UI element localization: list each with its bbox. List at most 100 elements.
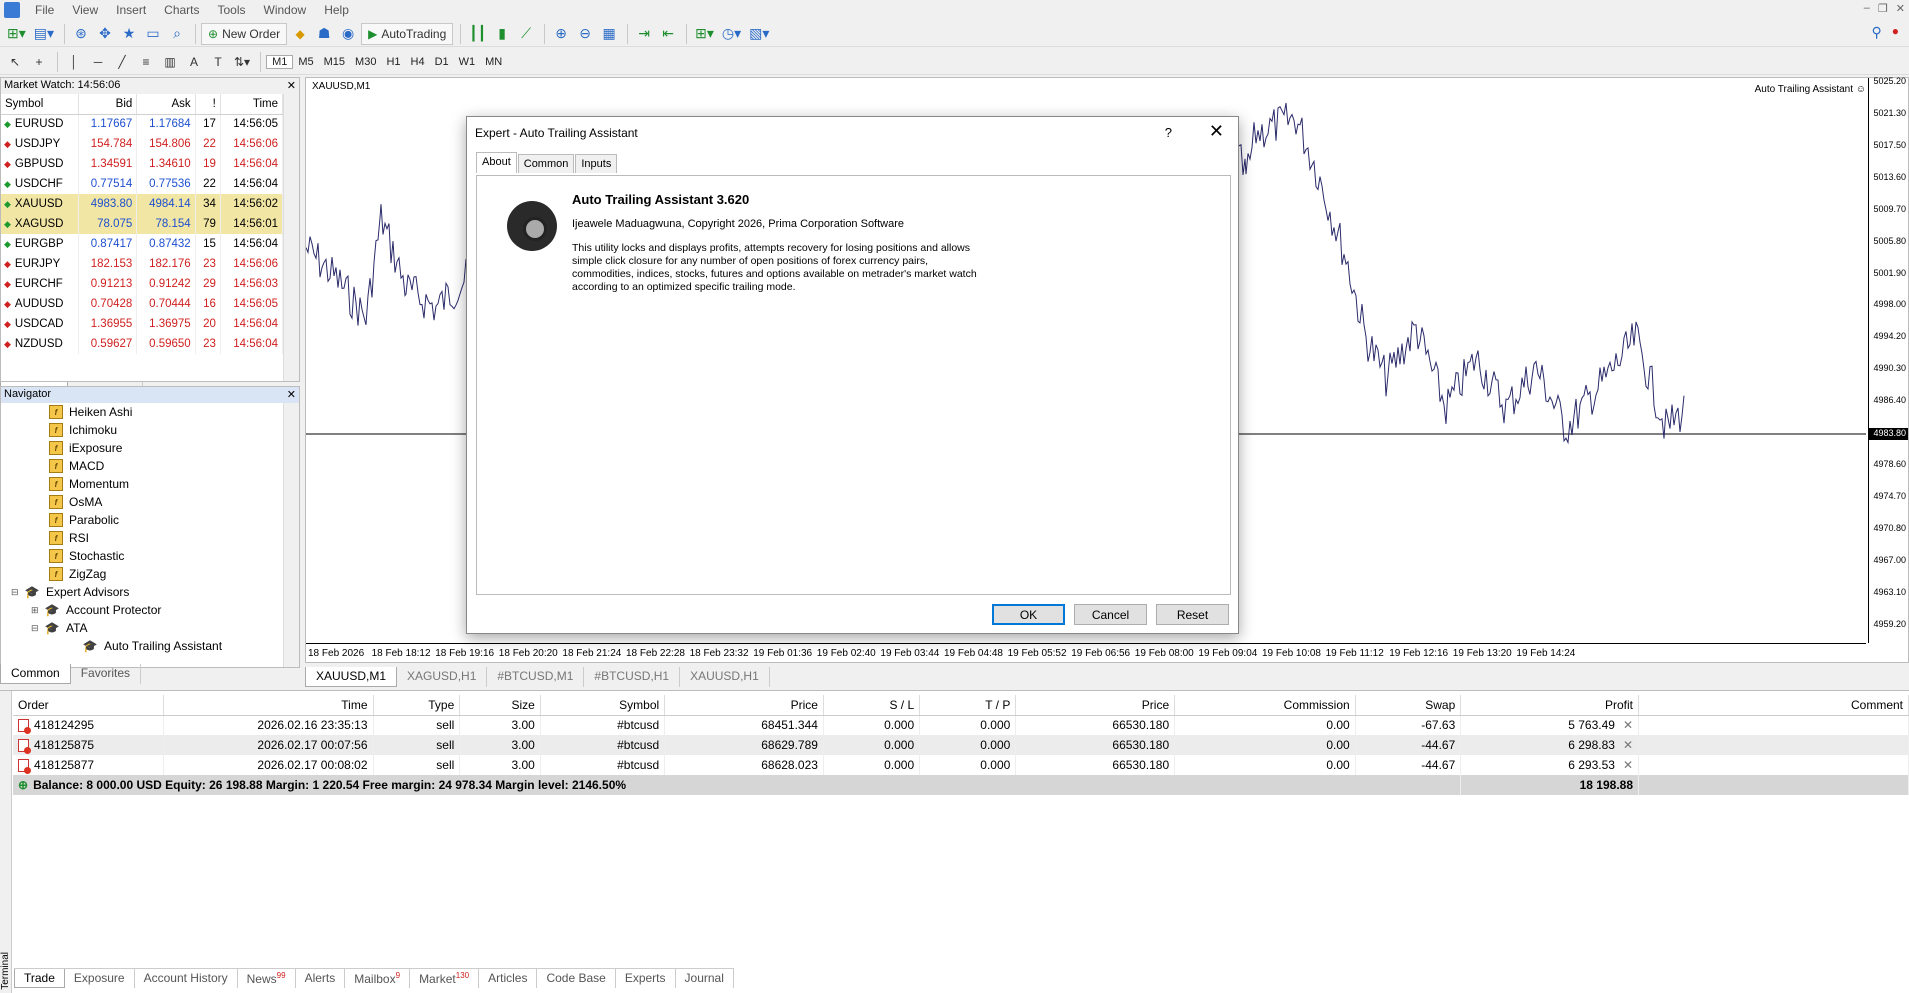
market-watch-row[interactable]: ◆ EURCHF 0.91213 0.91242 29 14:56:03 <box>1 274 284 294</box>
templates-icon[interactable]: ▧▾ <box>746 23 772 45</box>
crosshair-icon[interactable]: + <box>28 51 50 73</box>
time-axis[interactable]: 18 Feb 2026 18 Feb 18:12 18 Feb 19:16 18 Fe… <box>306 643 1866 663</box>
close-position-icon[interactable]: ✕ <box>1623 718 1633 732</box>
candlestick-icon[interactable]: ▮ <box>491 23 513 45</box>
terminal-tab[interactable]: News99 <box>238 969 296 988</box>
arrows-icon[interactable]: ⇅▾ <box>231 51 253 73</box>
terminal-column-header[interactable]: Commission <box>1174 695 1356 716</box>
autotrading-button[interactable]: ▶ AutoTrading <box>361 22 454 45</box>
col-bid[interactable]: Bid <box>78 94 138 115</box>
tab-inputs[interactable]: Inputs <box>575 154 618 173</box>
market-watch-icon[interactable]: ⊛ <box>70 23 92 45</box>
menu-window[interactable]: Window <box>255 3 316 17</box>
navigator-icon[interactable]: ★ <box>118 23 140 45</box>
menu-file[interactable]: File <box>26 3 63 17</box>
autoscroll-icon[interactable]: ⇥ <box>633 23 655 45</box>
navigator-scrollbar[interactable] <box>283 403 299 667</box>
terminal-tab[interactable]: Articles <box>479 969 538 988</box>
menu-tools[interactable]: Tools <box>209 3 255 17</box>
terminal-column-header[interactable]: Price <box>664 695 824 716</box>
vertical-line-icon[interactable]: │ <box>63 51 85 73</box>
terminal-column-header[interactable]: Comment <box>1638 695 1909 716</box>
tf-mn[interactable]: MN <box>480 56 507 68</box>
terminal-icon[interactable]: ▭ <box>142 23 164 45</box>
navigator-indicator-item[interactable]: f Ichimoku <box>1 421 299 439</box>
close-icon[interactable]: ✕ <box>287 388 296 402</box>
ok-button[interactable]: OK <box>992 604 1065 625</box>
terminal-column-header[interactable]: T / P <box>919 695 1017 716</box>
market-watch-row[interactable]: ◆ EURJPY 182.153 182.176 23 14:56:06 <box>1 254 284 274</box>
new-chart-icon[interactable]: ⊞▾ <box>4 23 29 45</box>
expand-toggle-icon[interactable]: ⊞ <box>31 605 43 616</box>
channel-icon[interactable]: ≡ <box>135 51 157 73</box>
terminal-tab[interactable]: Alerts <box>296 969 346 988</box>
fibonacci-icon[interactable]: ▥ <box>159 51 181 73</box>
expand-toggle-icon[interactable]: ⊟ <box>11 587 23 598</box>
menu-insert[interactable]: Insert <box>107 3 155 17</box>
line-chart-icon[interactable]: ⟋ <box>515 23 537 45</box>
terminal-column-header[interactable]: Time <box>163 695 374 716</box>
tile-windows-icon[interactable]: ▦ <box>598 23 620 45</box>
bar-chart-icon[interactable]: ┃┃ <box>466 23 489 45</box>
navigator-indicator-item[interactable]: f Momentum <box>1 475 299 493</box>
indicators-icon[interactable]: ⊞▾ <box>692 23 717 45</box>
navigator-indicator-item[interactable]: f ZigZag <box>1 565 299 583</box>
terminal-column-header[interactable]: Swap <box>1355 695 1462 716</box>
tf-m15[interactable]: M15 <box>319 56 350 68</box>
market-watch-row[interactable]: ◆ XAGUSD 78.075 78.154 79 14:56:01 <box>1 214 284 234</box>
periods-icon[interactable]: ◷▾ <box>719 23 744 45</box>
menu-charts[interactable]: Charts <box>155 3 208 17</box>
zoom-out-icon[interactable]: ⊖ <box>574 23 596 45</box>
profiles-icon[interactable]: ▤▾ <box>31 23 57 45</box>
terminal-tab[interactable]: Journal <box>676 969 734 988</box>
strategy-tester-icon[interactable]: ⌕ <box>166 23 188 45</box>
chart-tab[interactable]: XAGUSD,H1 <box>397 667 488 687</box>
price-axis[interactable]: 5025.20 5021.30 5017.50 5013.60 5009.70 5005.… <box>1868 76 1908 643</box>
terminal-tab[interactable]: Code Base <box>537 969 616 988</box>
new-order-button[interactable]: ⊕ New Order <box>201 22 288 45</box>
terminal-column-header[interactable]: S / L <box>823 695 921 716</box>
terminal-tab[interactable]: Trade <box>14 969 65 988</box>
navigator-expert-advisors[interactable]: ⊟ 🎓 Expert Advisors <box>1 583 299 601</box>
market-watch-row[interactable]: ◆ USDCAD 1.36955 1.36975 20 14:56:04 <box>1 314 284 334</box>
trade-row[interactable]: 418124295 2026.02.16 23:35:13 sell 3.00 #btc… <box>13 715 1909 735</box>
tf-d1[interactable]: D1 <box>430 56 454 68</box>
text-icon[interactable]: A <box>183 51 205 73</box>
terminal-column-header[interactable]: Type <box>373 695 461 716</box>
market-watch-row[interactable]: ◆ NZDUSD 0.59627 0.59650 23 14:56:04 <box>1 334 284 354</box>
chart-tab[interactable]: #BTCUSD,H1 <box>584 667 681 687</box>
market-watch-scrollbar[interactable] <box>283 94 299 381</box>
chart-tab[interactable]: #BTCUSD,M1 <box>487 667 585 687</box>
notifications-icon[interactable]: ● <box>1892 24 1899 41</box>
menu-help[interactable]: Help <box>315 3 358 17</box>
terminal-tab[interactable]: Market130 <box>410 969 480 988</box>
terminal-column-header[interactable]: Price <box>1015 695 1176 716</box>
minimize-icon[interactable]: – <box>1864 2 1870 15</box>
tab-common[interactable]: Common <box>0 664 71 684</box>
tf-w1[interactable]: W1 <box>454 56 481 68</box>
navigator-indicator-item[interactable]: f RSI <box>1 529 299 547</box>
chart-tab[interactable]: XAUUSD,H1 <box>680 667 770 687</box>
tab-about[interactable]: About <box>476 152 517 173</box>
close-icon[interactable]: ✕ <box>1896 2 1905 15</box>
terminal-column-header[interactable]: Order <box>13 695 164 716</box>
zoom-in-icon[interactable]: ⊕ <box>550 23 572 45</box>
cancel-button[interactable]: Cancel <box>1074 604 1147 625</box>
navigator-indicator-item[interactable]: f iExposure <box>1 439 299 457</box>
market-watch-row[interactable]: ◆ USDCHF 0.77514 0.77536 22 14:56:04 <box>1 174 284 194</box>
market-watch-row[interactable]: ◆ XAUUSD 4983.80 4984.14 34 14:56:02 <box>1 194 284 214</box>
col-spread[interactable]: ! <box>195 94 221 115</box>
terminal-column-header[interactable]: Symbol <box>540 695 666 716</box>
terminal-tab[interactable]: Experts <box>616 969 676 988</box>
restore-icon[interactable]: ❐ <box>1878 2 1888 15</box>
trade-row[interactable]: 418125875 2026.02.17 00:07:56 sell 3.00 #btc… <box>13 735 1909 755</box>
col-ask[interactable]: Ask <box>136 94 196 115</box>
market-watch-row[interactable]: ◆ EURGBP 0.87417 0.87432 15 14:56:04 <box>1 234 284 254</box>
trade-row[interactable]: 418125877 2026.02.17 00:08:02 sell 3.00 #btc… <box>13 755 1909 775</box>
navigator-indicator-item[interactable]: f Parabolic <box>1 511 299 529</box>
navigator-indicator-item[interactable]: f Heiken Ashi <box>1 403 299 421</box>
cursor-icon[interactable]: ↖ <box>4 51 26 73</box>
help-icon[interactable]: ? <box>1165 125 1172 140</box>
menu-view[interactable]: View <box>63 3 107 17</box>
expand-toggle-icon[interactable]: ⊟ <box>31 623 43 634</box>
